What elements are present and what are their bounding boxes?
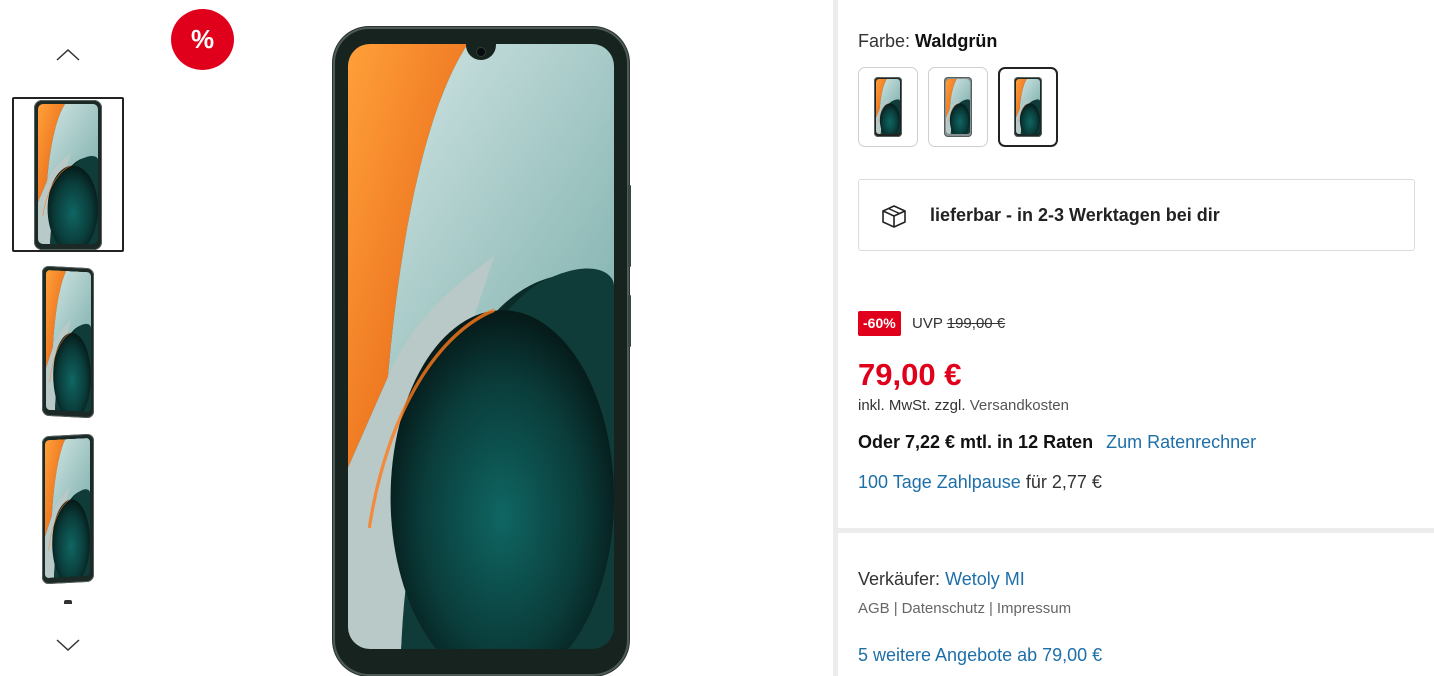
- tax-note-text: inkl. MwSt. zzgl.: [858, 397, 966, 414]
- separator: |: [893, 600, 898, 617]
- vertical-divider: [833, 0, 838, 676]
- color-swatch-waldgruen[interactable]: [998, 67, 1058, 147]
- separator: |: [988, 600, 993, 617]
- delivery-text: lieferbar - in 2-3 Werktagen bei dir: [930, 205, 1220, 225]
- side-button: [628, 295, 631, 347]
- color-label-text: Farbe:: [858, 31, 911, 51]
- color-swatch-1[interactable]: [858, 67, 918, 147]
- color-selection-label: Farbe: Waldgrün: [858, 31, 997, 52]
- main-product-image[interactable]: [333, 27, 631, 676]
- package-icon: [882, 205, 906, 228]
- color-value: Waldgrün: [915, 31, 998, 51]
- uvp-price: UVP 199,00 €: [912, 315, 1005, 332]
- sale-badge: %: [171, 9, 234, 70]
- side-button: [628, 185, 631, 267]
- phone-thumbnail-image: [34, 99, 102, 250]
- seller-legal-links: AGB | Datenschutz | Impressum: [858, 600, 1071, 617]
- thumbnail-peek: [64, 600, 72, 604]
- seller-name-link[interactable]: Wetoly MI: [945, 569, 1025, 589]
- uvp-label: UVP: [912, 315, 943, 332]
- phone-thumbnail-image: [42, 265, 94, 418]
- thumbnail-angled-right[interactable]: [12, 431, 124, 586]
- horizontal-divider: [838, 528, 1434, 533]
- seller-info: Verkäufer: Wetoly MI: [858, 569, 1025, 590]
- thumbnail-rail: [0, 0, 140, 676]
- installment-text: Oder 7,22 € mtl. in 12 Raten: [858, 432, 1094, 452]
- chevron-down-icon[interactable]: [54, 634, 82, 656]
- installment-calculator-link[interactable]: Zum Ratenrechner: [1106, 432, 1256, 452]
- discount-badge: -60%: [858, 311, 901, 336]
- payment-pause-link[interactable]: 100 Tage Zahlpause: [858, 472, 1021, 492]
- swatch-phone-image: [874, 77, 902, 137]
- tax-note: inkl. MwSt. zzgl. Versandkosten: [858, 397, 1069, 414]
- shipping-costs-link[interactable]: Versandkosten: [970, 397, 1069, 414]
- color-swatch-2[interactable]: [928, 67, 988, 147]
- imprint-link[interactable]: Impressum: [997, 600, 1071, 617]
- delivery-info-box: lieferbar - in 2-3 Werktagen bei dir: [858, 179, 1415, 251]
- chevron-up-icon[interactable]: [54, 44, 82, 66]
- more-offers-link[interactable]: 5 weitere Angebote ab 79,00 €: [858, 645, 1102, 666]
- payment-pause-info: 100 Tage Zahlpause für 2,77 €: [858, 472, 1102, 493]
- agb-link[interactable]: AGB: [858, 600, 890, 617]
- camera-icon: [477, 48, 485, 56]
- installment-info: Oder 7,22 € mtl. in 12 Raten Zum Ratenre…: [858, 432, 1256, 453]
- privacy-link[interactable]: Datenschutz: [902, 600, 985, 617]
- uvp-old-price: 199,00 €: [946, 315, 1006, 332]
- swatch-phone-image: [944, 77, 972, 137]
- thumbnail-angled-left[interactable]: [12, 264, 124, 419]
- phone-thumbnail-image: [42, 433, 94, 584]
- seller-label: Verkäufer:: [858, 569, 941, 589]
- thumbnail-front[interactable]: [12, 97, 124, 252]
- current-price: 79,00 €: [858, 357, 962, 392]
- payment-pause-text: für 2,77 €: [1025, 472, 1102, 492]
- swatch-phone-image: [1014, 77, 1042, 137]
